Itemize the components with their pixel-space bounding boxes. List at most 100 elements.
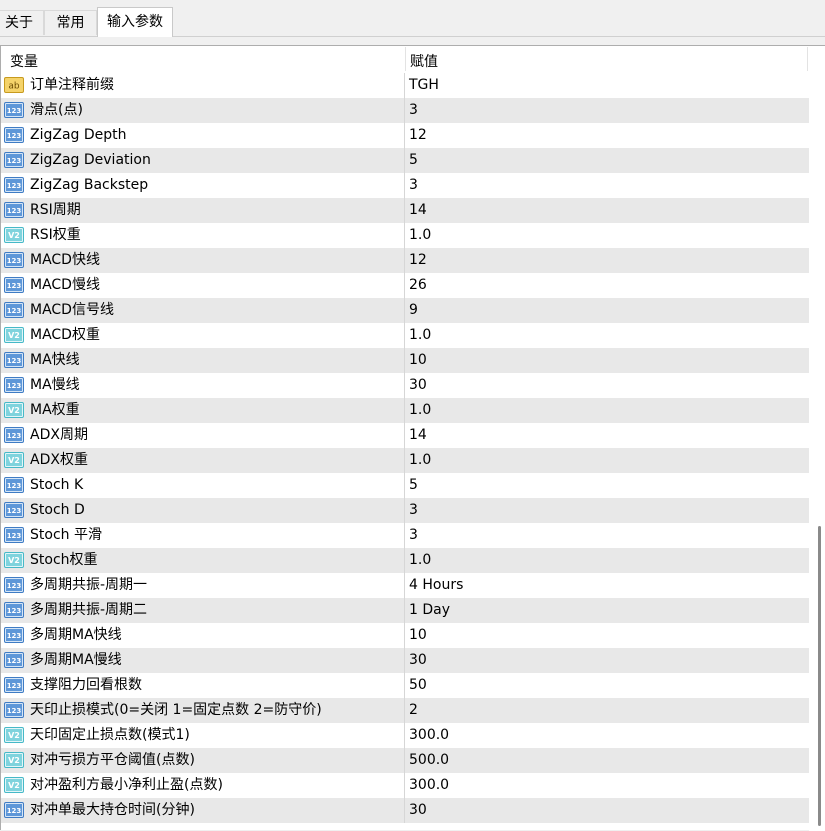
variable-value[interactable]: 300.0 (409, 773, 449, 798)
variable-value[interactable]: 1.0 (409, 398, 431, 423)
column-divider (404, 373, 405, 398)
variable-value[interactable]: 26 (409, 273, 427, 298)
variable-value[interactable]: 10 (409, 623, 427, 648)
table-row[interactable]: ab 订单注释前缀 TGH (1, 73, 809, 98)
variable-value[interactable]: 12 (409, 123, 427, 148)
variable-value[interactable]: 500.0 (409, 748, 449, 773)
variable-value[interactable]: 30 (409, 373, 427, 398)
variable-value[interactable]: 12 (409, 248, 427, 273)
table-row[interactable]: 123 多周期共振-周期一 4 Hours (1, 573, 809, 598)
variable-name: 订单注释前缀 (30, 77, 114, 93)
variable-value[interactable]: 300.0 (409, 723, 449, 748)
table-row[interactable]: 123 RSI周期 14 (1, 198, 809, 223)
column-divider (404, 148, 405, 173)
table-row[interactable]: V2 MACD权重 1.0 (1, 323, 809, 348)
tab-about[interactable]: 关于 (0, 10, 44, 35)
integer-type-icon: 123 (4, 602, 24, 618)
table-row[interactable]: 123 多周期共振-周期二 1 Day (1, 598, 809, 623)
variable-name: 天印止损模式(0=关闭 1=固定点数 2=防守价) (30, 702, 322, 718)
svg-text:123: 123 (7, 632, 22, 640)
table-body: ab 订单注释前缀 TGH 123 滑点(点) 3 123 ZigZag Depth 12 123… (1, 73, 809, 823)
variable-value[interactable]: 1.0 (409, 323, 431, 348)
table-row[interactable]: 123 Stoch K 5 (1, 473, 809, 498)
variable-value[interactable]: 1.0 (409, 548, 431, 573)
tab-inputs[interactable]: 输入参数 (97, 7, 173, 37)
table-row[interactable]: 123 ADX周期 14 (1, 423, 809, 448)
table-row[interactable]: 123 MACD信号线 9 (1, 298, 809, 323)
table-row[interactable]: 123 ZigZag Depth 12 (1, 123, 809, 148)
table-row[interactable]: 123 ZigZag Backstep 3 (1, 173, 809, 198)
table-row[interactable]: V2 RSI权重 1.0 (1, 223, 809, 248)
table-row[interactable]: 123 支撑阻力回看根数 50 (1, 673, 809, 698)
inputs-table: 变量 赋值 ab 订单注释前缀 TGH 123 滑点(点) 3 123 ZigZag Dept… (0, 45, 825, 831)
svg-text:123: 123 (7, 157, 22, 165)
table-row[interactable]: 123 滑点(点) 3 (1, 98, 809, 123)
variable-name: ADX周期 (30, 427, 88, 443)
column-divider (404, 723, 405, 748)
table-row[interactable]: V2 Stoch权重 1.0 (1, 548, 809, 573)
double-type-icon: V2 (4, 752, 24, 768)
variable-name: MA慢线 (30, 377, 80, 393)
variable-value[interactable]: 4 Hours (409, 573, 463, 598)
column-header-value[interactable]: 赋值 (410, 51, 438, 71)
table-row[interactable]: V2 MA权重 1.0 (1, 398, 809, 423)
scrollbar-thumb[interactable] (818, 526, 821, 826)
table-row[interactable]: V2 对冲盈利方最小净利止盈(点数) 300.0 (1, 773, 809, 798)
integer-type-icon: 123 (4, 202, 24, 218)
vertical-scrollbar[interactable] (809, 46, 825, 831)
table-row[interactable]: V2 天印固定止损点数(模式1) 300.0 (1, 723, 809, 748)
table-row[interactable]: 123 Stoch D 3 (1, 498, 809, 523)
table-row[interactable]: 123 Stoch 平滑 3 (1, 523, 809, 548)
svg-text:123: 123 (7, 132, 22, 140)
column-divider (404, 223, 405, 248)
column-divider (404, 423, 405, 448)
variable-value[interactable]: 10 (409, 348, 427, 373)
svg-text:123: 123 (7, 482, 22, 490)
table-row[interactable]: V2 ADX权重 1.0 (1, 448, 809, 473)
double-type-icon: V2 (4, 402, 24, 418)
table-row[interactable]: 123 MACD慢线 26 (1, 273, 809, 298)
table-row[interactable]: 123 多周期MA慢线 30 (1, 648, 809, 673)
variable-value[interactable]: 2 (409, 698, 418, 723)
variable-value[interactable]: 1.0 (409, 223, 431, 248)
variable-value[interactable]: 1.0 (409, 448, 431, 473)
column-divider[interactable] (405, 47, 406, 71)
variable-value[interactable]: 1 Day (409, 598, 450, 623)
variable-value[interactable]: 14 (409, 423, 427, 448)
variable-name: MACD慢线 (30, 277, 100, 293)
variable-value[interactable]: 9 (409, 298, 418, 323)
variable-value[interactable]: 30 (409, 648, 427, 673)
variable-value[interactable]: 5 (409, 473, 418, 498)
variable-value[interactable]: 3 (409, 173, 418, 198)
variable-value[interactable]: 50 (409, 673, 427, 698)
variable-name: 多周期共振-周期二 (30, 602, 148, 618)
table-row[interactable]: 123 MACD快线 12 (1, 248, 809, 273)
variable-value[interactable]: 3 (409, 498, 418, 523)
table-row[interactable]: 123 MA慢线 30 (1, 373, 809, 398)
table-row[interactable]: V2 对冲亏损方平仓阈值(点数) 500.0 (1, 748, 809, 773)
svg-text:123: 123 (7, 607, 22, 615)
table-row[interactable]: 123 天印止损模式(0=关闭 1=固定点数 2=防守价) 2 (1, 698, 809, 723)
table-row[interactable]: 123 MA快线 10 (1, 348, 809, 373)
table-row[interactable]: 123 对冲单最大持仓时间(分钟) 30 (1, 798, 809, 823)
column-divider (404, 398, 405, 423)
variable-value[interactable]: 3 (409, 523, 418, 548)
variable-value[interactable]: 5 (409, 148, 418, 173)
integer-type-icon: 123 (4, 527, 24, 543)
variable-name: Stoch K (30, 477, 84, 493)
tab-common[interactable]: 常用 (44, 10, 97, 35)
double-type-icon: V2 (4, 452, 24, 468)
variable-name: Stoch权重 (30, 552, 98, 568)
variable-value[interactable]: TGH (409, 73, 439, 98)
svg-text:123: 123 (7, 707, 22, 715)
table-row[interactable]: 123 ZigZag Deviation 5 (1, 148, 809, 173)
variable-value[interactable]: 14 (409, 198, 427, 223)
integer-type-icon: 123 (4, 677, 24, 693)
variable-name: 滑点(点) (30, 102, 83, 118)
integer-type-icon: 123 (4, 277, 24, 293)
table-row[interactable]: 123 多周期MA快线 10 (1, 623, 809, 648)
variable-name: 天印固定止损点数(模式1) (30, 727, 190, 743)
column-header-variable[interactable]: 变量 (10, 51, 38, 71)
variable-value[interactable]: 30 (409, 798, 427, 823)
variable-value[interactable]: 3 (409, 98, 418, 123)
